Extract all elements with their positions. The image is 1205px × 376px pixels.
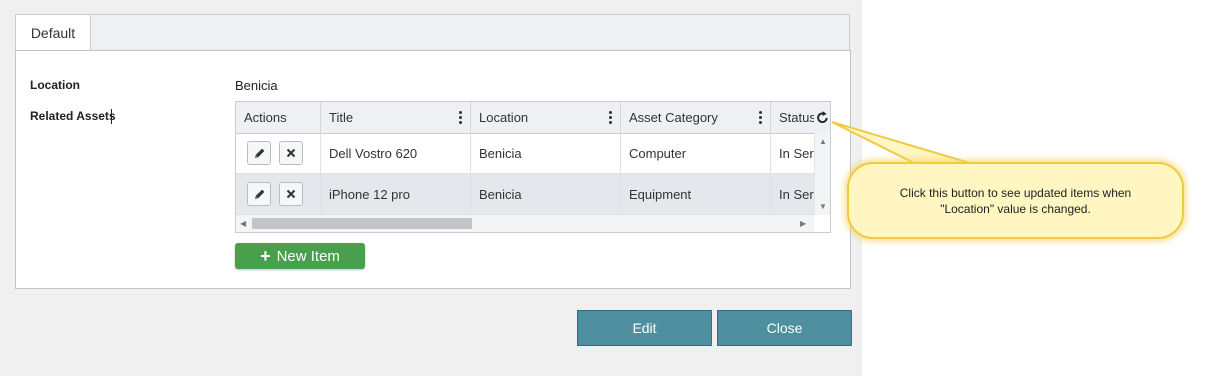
table-row[interactable]: iPhone 12 pro Benicia Equipment In Ser bbox=[236, 174, 814, 215]
actions-cell bbox=[236, 133, 321, 173]
table-row[interactable]: Dell Vostro 620 Benicia Computer In Ser bbox=[236, 133, 814, 174]
scroll-down-icon[interactable]: ▼ bbox=[819, 203, 827, 211]
tab-strip bbox=[15, 14, 850, 50]
tab-default[interactable]: Default bbox=[15, 14, 91, 51]
new-item-label: New Item bbox=[276, 247, 340, 265]
pencil-icon bbox=[254, 148, 264, 158]
edit-button[interactable]: Edit bbox=[577, 310, 712, 346]
title-cell: Dell Vostro 620 bbox=[321, 133, 471, 173]
location-label: Location bbox=[30, 78, 80, 92]
horizontal-scroll-thumb[interactable] bbox=[252, 218, 472, 229]
column-header-label: Asset Category bbox=[629, 110, 718, 125]
callout-tooltip: Click this button to see updated items w… bbox=[847, 162, 1184, 239]
column-header-actions: Actions bbox=[236, 102, 321, 133]
horizontal-scrollbar[interactable]: ◀ ▶ bbox=[236, 215, 814, 232]
kebab-icon[interactable] bbox=[609, 111, 612, 124]
column-header-label: Status bbox=[779, 110, 816, 125]
plus-icon: + bbox=[260, 246, 271, 266]
related-assets-label: Related Assets bbox=[30, 109, 116, 123]
text-cursor bbox=[111, 109, 112, 124]
related-assets-grid: Actions Title Location Asset Category St… bbox=[235, 101, 831, 233]
status-cell: In Ser bbox=[779, 186, 814, 202]
kebab-icon[interactable] bbox=[459, 111, 462, 124]
close-button[interactable]: Close bbox=[717, 310, 852, 346]
edit-row-button[interactable] bbox=[247, 141, 271, 165]
edit-row-button[interactable] bbox=[247, 182, 271, 206]
callout-text: Click this button to see updated items w… bbox=[899, 185, 1132, 216]
title-cell: iPhone 12 pro bbox=[321, 174, 471, 214]
delete-row-button[interactable] bbox=[279, 141, 303, 165]
kebab-icon[interactable] bbox=[759, 111, 762, 124]
delete-row-button[interactable] bbox=[279, 182, 303, 206]
location-cell: Benicia bbox=[471, 174, 621, 214]
scroll-left-icon[interactable]: ◀ bbox=[240, 220, 246, 228]
close-icon bbox=[286, 189, 296, 199]
column-header-label: Location bbox=[479, 110, 529, 125]
scroll-right-icon[interactable]: ▶ bbox=[800, 220, 806, 228]
column-header-label: Title bbox=[329, 110, 354, 125]
column-header-title[interactable]: Title bbox=[321, 102, 471, 133]
column-header-location[interactable]: Location bbox=[471, 102, 621, 133]
location-cell: Benicia bbox=[471, 133, 621, 173]
close-icon bbox=[286, 148, 296, 158]
column-header-label: Actions bbox=[244, 110, 287, 125]
actions-cell bbox=[236, 174, 321, 214]
new-item-button[interactable]: + New Item bbox=[235, 243, 365, 269]
status-cell: In Ser bbox=[779, 145, 814, 161]
location-value[interactable]: Benicia bbox=[235, 78, 278, 93]
column-header-asset-category[interactable]: Asset Category bbox=[621, 102, 771, 133]
asset-category-cell: Computer bbox=[621, 133, 771, 173]
pencil-icon bbox=[254, 189, 264, 199]
asset-category-cell: Equipment bbox=[621, 174, 771, 214]
grid-header: Actions Title Location Asset Category St… bbox=[236, 102, 830, 134]
